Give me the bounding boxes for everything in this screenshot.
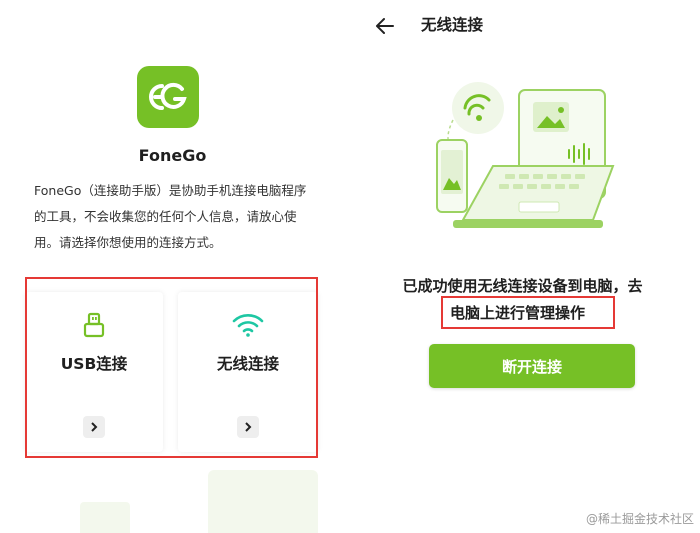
app-name: FoneGo bbox=[138, 146, 207, 165]
app-description: FoneGo（连接助手版）是协助手机连接电脑程序的工具，不会收集您的任何个人信息… bbox=[34, 183, 307, 250]
laptop-phone-illustration bbox=[423, 70, 623, 255]
usb-connect-card[interactable]: USB连接 bbox=[25, 292, 163, 452]
wireless-connect-card[interactable]: 无线连接 bbox=[178, 292, 318, 452]
status-text-line1: 已成功使用无线连接设备到电脑，去 bbox=[402, 277, 643, 295]
chevron-right-icon[interactable] bbox=[83, 416, 105, 438]
usb-connect-label: USB连接 bbox=[60, 355, 128, 373]
watermark-text: @稀土掘金技术社区 bbox=[585, 512, 694, 526]
usb-icon bbox=[25, 310, 163, 340]
connection-select-screen: FoneGo FoneGo（连接助手版）是协助手机连接电脑程序的工具，不会收集您… bbox=[0, 0, 345, 533]
decorative-illustration bbox=[60, 462, 340, 533]
fonego-logo bbox=[137, 66, 199, 128]
wifi-icon bbox=[178, 310, 318, 340]
chevron-right-icon[interactable] bbox=[237, 416, 259, 438]
status-text-line2: 电脑上进行管理操作 bbox=[450, 304, 586, 322]
disconnect-button[interactable]: 断开连接 bbox=[429, 344, 635, 388]
page-title: 无线连接 bbox=[421, 16, 484, 34]
back-arrow-icon[interactable] bbox=[373, 14, 397, 38]
wireless-connected-screen: 无线连接 已成功使用无线连接设备到电脑，去 电脑上进行管理操作 断开连接 @稀土… bbox=[345, 0, 700, 533]
wireless-connect-label: 无线连接 bbox=[216, 355, 279, 373]
